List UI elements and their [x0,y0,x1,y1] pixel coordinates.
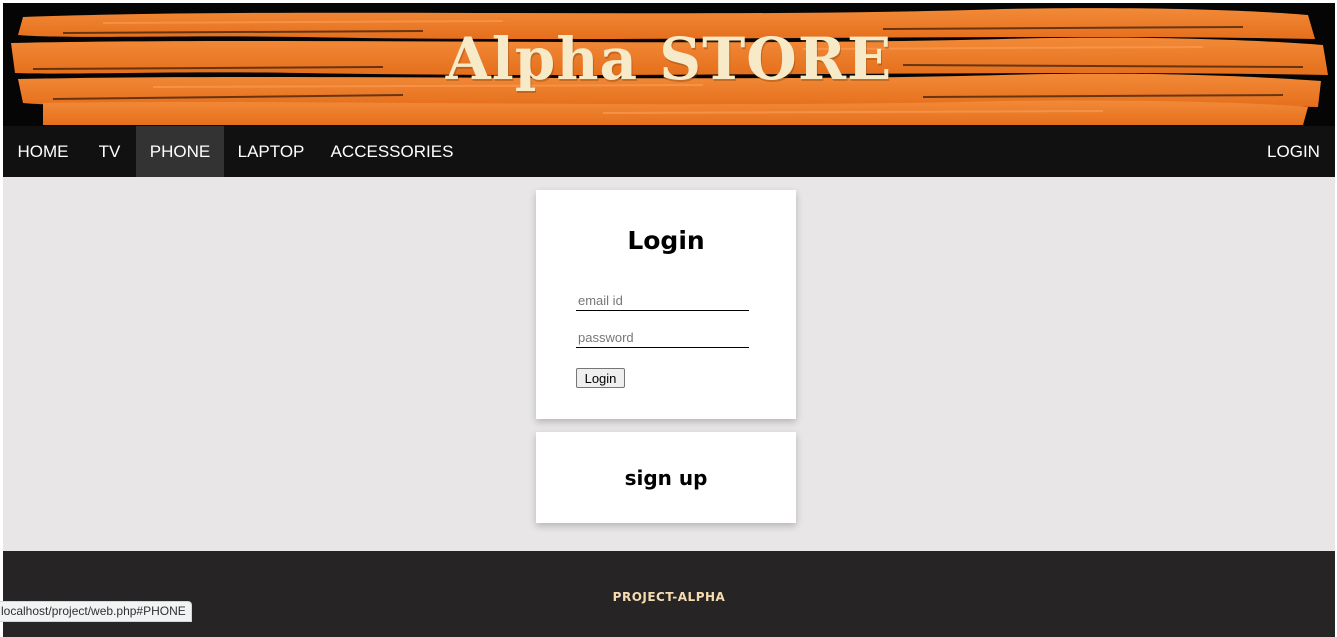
page: Alpha STORE HOME TV PHONE LAPTOP ACCESSO… [3,3,1335,637]
login-title: Login [627,226,705,255]
login-button[interactable]: Login [576,368,625,388]
main-nav: HOME TV PHONE LAPTOP ACCESSORIES LOGIN [3,126,1335,177]
login-card: Login Login [536,190,796,419]
signup-title[interactable]: sign up [536,466,796,490]
nav-login-link[interactable]: LOGIN [1252,126,1335,177]
brand-title: Alpha STORE [445,25,893,93]
banner: Alpha STORE [3,3,1335,126]
footer-text: PROJECT-ALPHA [612,590,726,604]
nav-item-phone[interactable]: PHONE [136,126,224,177]
nav-item-tv[interactable]: TV [83,126,136,177]
nav-item-accessories[interactable]: ACCESSORIES [318,126,466,177]
email-field[interactable] [576,291,749,311]
nav-item-home[interactable]: HOME [3,126,83,177]
footer: PROJECT-ALPHA [3,551,1335,637]
password-field[interactable] [576,328,749,348]
signup-card[interactable]: sign up [536,432,796,523]
status-bar-url: localhost/project/web.php#PHONE [0,601,192,622]
nav-item-laptop[interactable]: LAPTOP [224,126,318,177]
